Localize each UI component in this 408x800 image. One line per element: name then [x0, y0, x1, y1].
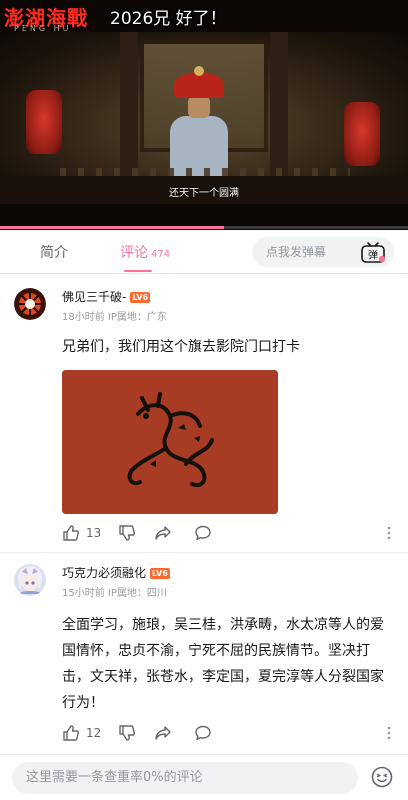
- like-button[interactable]: 13: [62, 522, 101, 544]
- username[interactable]: 巧克力必须融化 LV6: [62, 564, 170, 581]
- reply-button[interactable]: [194, 722, 212, 744]
- more-button[interactable]: [380, 722, 398, 744]
- level-badge: LV6: [130, 292, 151, 303]
- dislike-button[interactable]: [118, 722, 136, 744]
- avatar[interactable]: [14, 288, 46, 320]
- thumb-down-icon: [119, 725, 135, 741]
- like-button[interactable]: 12: [62, 722, 101, 744]
- video-player[interactable]: 澎湖海戰 PENG HU 2026兄 好了！ 还天下一个圆满: [0, 0, 408, 230]
- comment-actions: 13: [62, 522, 402, 544]
- avatar[interactable]: [14, 564, 46, 596]
- more-vertical-icon: [387, 526, 391, 540]
- username[interactable]: 佛见三千破- LV6: [62, 288, 151, 305]
- red-lantern: [344, 102, 380, 166]
- actor-figure: [170, 66, 228, 182]
- comment-meta: 18小时前 IP属地：广东: [62, 312, 167, 323]
- scene-pillar: [120, 32, 138, 182]
- progress-fill: [0, 226, 225, 229]
- red-lantern: [26, 90, 62, 154]
- like-count: 13: [86, 526, 102, 540]
- share-button[interactable]: [154, 522, 172, 544]
- divider: [0, 552, 408, 553]
- reply-input[interactable]: 这里需要一条查重率0%的评论: [12, 762, 358, 794]
- tab-active-indicator: [124, 270, 152, 272]
- username-text: 佛见三千破-: [62, 290, 127, 304]
- tab-intro[interactable]: 简介: [40, 242, 68, 262]
- emoji-icon[interactable]: [370, 765, 394, 789]
- comment-actions: 12: [62, 722, 402, 744]
- comment-meta: 15小时前 IP属地：四川: [62, 588, 167, 599]
- tab-comments[interactable]: 评论 474: [120, 242, 170, 262]
- comment-text[interactable]: 兄弟们，我们用这个旗去影院门口打卡: [62, 334, 396, 360]
- danmaku-comment: 2026兄 好了！: [110, 9, 227, 29]
- thumb-up-icon: [63, 525, 79, 541]
- reply-bar: 这里需要一条查重率0%的评论: [0, 754, 408, 800]
- share-icon: [155, 526, 171, 540]
- reply-bubble-icon: [195, 525, 211, 541]
- more-vertical-icon: [387, 726, 391, 740]
- video-subtitle: 还天下一个圆满: [169, 188, 239, 199]
- share-icon: [155, 726, 171, 740]
- level-badge: LV6: [150, 568, 170, 579]
- progress-bar[interactable]: [0, 226, 408, 229]
- comment-count: 474: [151, 249, 171, 260]
- scene-pillar: [270, 32, 288, 182]
- danmaku-tv-icon[interactable]: 弹: [360, 239, 386, 265]
- dislike-button[interactable]: [118, 522, 136, 544]
- like-count: 12: [86, 726, 102, 740]
- reply-button[interactable]: [194, 522, 212, 544]
- more-button[interactable]: [380, 522, 398, 544]
- comment-text[interactable]: 全面学习，施琅，吴三桂，洪承畴，水太凉等人的爱国情怀，忠贞不渝，宁死不屈的民族情…: [62, 612, 396, 716]
- svg-text:弹: 弹: [368, 249, 378, 262]
- thumb-down-icon: [119, 525, 135, 541]
- username-text: 巧克力必须融化: [62, 566, 147, 580]
- tab-bar: 简介 评论 474 点我发弹幕 弹: [0, 230, 408, 274]
- video-title-sub: PENG HU: [14, 24, 72, 33]
- share-button[interactable]: [154, 722, 172, 744]
- thumb-up-icon: [63, 725, 79, 741]
- comment-image[interactable]: [62, 370, 278, 514]
- video-frame: [0, 32, 408, 204]
- reply-bubble-icon: [195, 725, 211, 741]
- tab-comments-label: 评论: [120, 245, 148, 261]
